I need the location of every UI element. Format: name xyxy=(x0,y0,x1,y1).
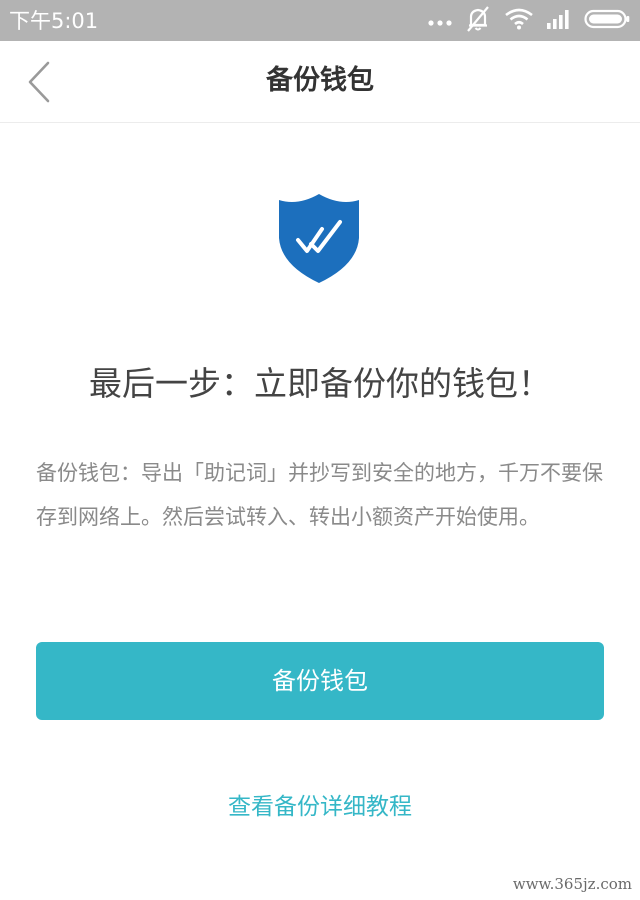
shield-check-icon xyxy=(278,192,360,284)
backup-wallet-button[interactable]: 备份钱包 xyxy=(36,642,604,720)
status-icons xyxy=(428,6,630,36)
wifi-icon xyxy=(504,8,534,34)
battery-icon xyxy=(584,9,630,33)
description-text: 备份钱包：导出「助记词」并抄写到安全的地方，千万不要保存到网络上。然后尝试转入、… xyxy=(36,461,603,529)
headline: 最后一步：立即备份你的钱包！ xyxy=(89,364,551,403)
status-bar: 下午5:01 xyxy=(0,0,640,41)
signal-icon xyxy=(546,9,572,33)
more-dots-icon xyxy=(428,12,452,31)
watermark: www.365jz.com xyxy=(512,875,632,893)
status-time: 下午5:01 xyxy=(9,9,99,33)
silent-bell-icon xyxy=(466,6,490,36)
nav-bar: 备份钱包 xyxy=(0,41,640,123)
page-title: 备份钱包 xyxy=(266,65,374,96)
view-tutorial-link[interactable]: 查看备份详细教程 xyxy=(0,790,640,824)
